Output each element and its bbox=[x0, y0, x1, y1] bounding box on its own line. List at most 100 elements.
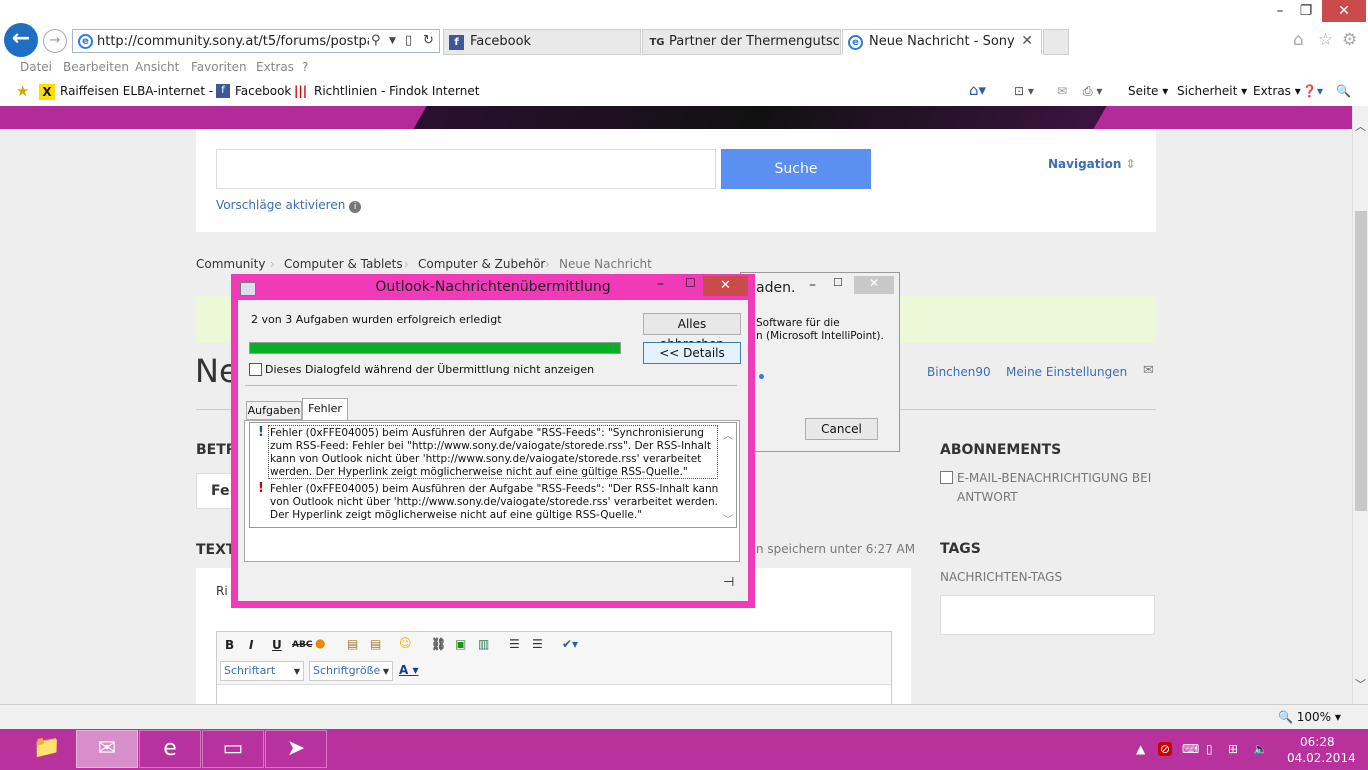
scroll-up-icon[interactable]: ︿ bbox=[723, 427, 733, 442]
link-icon[interactable]: ⛓ bbox=[431, 637, 446, 651]
tab-fehler[interactable]: Fehler bbox=[302, 398, 348, 421]
power-icon[interactable]: ▯ bbox=[1206, 742, 1213, 756]
minimize-button[interactable]: – bbox=[1270, 0, 1290, 22]
star-icon[interactable]: ☆ bbox=[1318, 30, 1333, 50]
new-tab-button[interactable] bbox=[1043, 29, 1069, 55]
menu-favoriten[interactable]: Favoriten bbox=[191, 60, 247, 74]
explorer-icon[interactable]: 📁 bbox=[16, 730, 78, 768]
emoticon-icon[interactable]: ☺ bbox=[399, 636, 412, 650]
scroll-down-icon[interactable]: ﹀ bbox=[723, 511, 733, 526]
rich-text-tab[interactable]: Ri bbox=[216, 584, 228, 598]
menu-bearbeiten[interactable]: Bearbeiten bbox=[63, 60, 129, 74]
research-icon[interactable]: 🔍 bbox=[1336, 84, 1351, 98]
minimize-button[interactable]: – bbox=[657, 276, 664, 292]
scroll-down-icon[interactable]: ﹀ bbox=[1355, 676, 1366, 692]
underline-icon[interactable]: U bbox=[272, 638, 282, 652]
outlook-icon[interactable]: ✉ bbox=[76, 730, 138, 768]
maximize-button[interactable]: ☐ bbox=[685, 276, 696, 290]
close-button[interactable]: ✕ bbox=[703, 276, 748, 296]
size-select[interactable]: Schriftgröße ▼ bbox=[309, 661, 393, 681]
fav-facebook[interactable]: Facebook bbox=[235, 84, 291, 98]
breadcrumb-computer-tablets[interactable]: Computer & Tablets bbox=[284, 257, 403, 271]
fav-richtlinien[interactable]: Richtlinien - Findok Internet bbox=[314, 84, 479, 98]
home-icon[interactable]: ⌂ bbox=[1293, 30, 1304, 50]
paste-word-icon[interactable]: ▤ bbox=[370, 637, 381, 651]
settings-link[interactable]: Meine Einstellungen bbox=[1006, 365, 1127, 379]
restore-button[interactable]: ❐ bbox=[1296, 0, 1316, 22]
volume-icon[interactable]: 🔈 bbox=[1253, 742, 1268, 756]
search-icon[interactable]: ⚲ bbox=[371, 33, 381, 48]
feeds-icon[interactable]: ⊡ ▾ bbox=[1014, 84, 1034, 98]
network-icon[interactable]: ⊞ bbox=[1228, 742, 1238, 756]
font-select[interactable]: Schriftart ▼ bbox=[220, 661, 304, 681]
search-button[interactable]: Suche bbox=[721, 149, 871, 189]
breadcrumb-computer-zubehoer[interactable]: Computer & Zubehör bbox=[418, 257, 545, 271]
print-icon[interactable]: ⎙ ▾ bbox=[1083, 84, 1102, 99]
navigation-link[interactable]: Navigation ⇕ bbox=[1048, 157, 1136, 171]
cancel-all-button[interactable]: Alles abbrechen bbox=[643, 313, 741, 351]
strikethrough-icon[interactable]: ABC bbox=[292, 640, 312, 650]
close-button[interactable]: ✕ bbox=[854, 276, 894, 294]
close-tab-icon[interactable]: ✕ bbox=[1021, 33, 1033, 49]
compat-icon[interactable]: ▯ bbox=[405, 33, 412, 48]
refresh-icon[interactable]: ↻ bbox=[423, 33, 434, 48]
tab-facebook[interactable]: f Facebook bbox=[443, 29, 641, 55]
vaio-icon[interactable]: ▭ bbox=[202, 730, 264, 768]
envelope-icon[interactable]: ✉ bbox=[1143, 363, 1154, 378]
scroll-up-icon[interactable]: ︿ bbox=[1355, 118, 1366, 134]
home-icon[interactable]: ⌂▾ bbox=[969, 81, 986, 99]
error-list[interactable]: ! Fehler (0xFFE04005) beim Ausführen der… bbox=[249, 422, 737, 528]
scroll-thumb[interactable] bbox=[1355, 211, 1367, 511]
user-link[interactable]: Binchen90 bbox=[927, 365, 991, 379]
paste-icon[interactable]: ▤ bbox=[347, 637, 358, 651]
cmd-sicherheit[interactable]: Sicherheit ▾ bbox=[1177, 84, 1247, 98]
menu-help[interactable]: ? bbox=[302, 60, 308, 74]
antivirus-icon[interactable]: ⊘ bbox=[1158, 742, 1173, 756]
gear-icon[interactable]: ⚙ bbox=[1342, 30, 1357, 50]
ie-taskbar-icon[interactable]: e bbox=[139, 730, 201, 768]
bullet-list-icon[interactable]: ☰ bbox=[532, 637, 543, 651]
list-item[interactable]: Fehler (0xFFE04005) beim Ausführen der A… bbox=[270, 483, 720, 522]
cursor-icon[interactable]: ➤ bbox=[265, 730, 327, 768]
email-notify-checkbox[interactable] bbox=[940, 471, 953, 484]
tray-expand-icon[interactable]: ▲ bbox=[1136, 742, 1145, 756]
zoom-control[interactable]: 🔍 100% ▾ bbox=[1278, 710, 1341, 724]
details-button[interactable]: << Details bbox=[643, 342, 741, 364]
help-icon[interactable]: ❓▾ bbox=[1302, 84, 1323, 98]
tab-aufgaben[interactable]: Aufgaben bbox=[246, 401, 302, 420]
tab-thermengutschein[interactable]: TG Partner der Thermengutschein... bbox=[642, 29, 841, 55]
forward-button[interactable]: → bbox=[43, 29, 67, 53]
cmd-seite[interactable]: Seite ▾ bbox=[1128, 84, 1168, 98]
minimize-button[interactable]: – bbox=[809, 277, 816, 293]
address-bar[interactable]: e http://community.sony.at/t5/forums/pos… bbox=[72, 29, 440, 53]
mail-icon[interactable]: ✉ bbox=[1057, 84, 1067, 98]
fav-raiffeisen[interactable]: Raiffeisen ELBA-internet - ... bbox=[60, 84, 228, 98]
dropdown-icon[interactable]: ▼ bbox=[389, 36, 396, 46]
cancel-button[interactable]: Cancel bbox=[805, 418, 878, 440]
list-item[interactable]: Fehler (0xFFE04005) beim Ausführen der A… bbox=[270, 427, 720, 479]
pin-icon[interactable]: ⊣ bbox=[723, 575, 734, 590]
text-color-icon[interactable]: A ▾ bbox=[399, 663, 419, 677]
hide-dialog-checkbox[interactable] bbox=[249, 363, 262, 376]
italic-icon[interactable]: I bbox=[249, 638, 253, 652]
maximize-button[interactable]: ☐ bbox=[833, 276, 843, 289]
spellcheck-icon[interactable]: ✔▾ bbox=[562, 637, 578, 651]
cmd-extras[interactable]: Extras ▾ bbox=[1253, 84, 1301, 98]
video-icon[interactable]: ▥ bbox=[478, 637, 489, 651]
close-window-button[interactable]: ✕ bbox=[1322, 0, 1366, 22]
tags-input[interactable] bbox=[940, 595, 1155, 635]
keyboard-icon[interactable]: ⌨ bbox=[1182, 742, 1199, 756]
color-icon[interactable]: ● bbox=[315, 636, 325, 650]
favorites-star-icon[interactable]: ★ bbox=[16, 82, 29, 100]
tab-neue-nachricht[interactable]: e Neue Nachricht - Sony ✕ bbox=[842, 29, 1042, 55]
clock-time[interactable]: 06:28 bbox=[1300, 735, 1335, 749]
menu-extras[interactable]: Extras bbox=[256, 60, 294, 74]
suggestions-link[interactable]: Vorschläge aktivieren i bbox=[216, 198, 362, 213]
breadcrumb-community[interactable]: Community bbox=[196, 257, 265, 271]
clock-date[interactable]: 04.02.2014 bbox=[1287, 751, 1356, 765]
menu-ansicht[interactable]: Ansicht bbox=[135, 60, 179, 74]
image-icon[interactable]: ▣ bbox=[455, 637, 466, 651]
vertical-scrollbar[interactable]: ︿ ﹀ bbox=[1352, 106, 1368, 704]
bold-icon[interactable]: B bbox=[225, 638, 234, 652]
menu-datei[interactable]: Datei bbox=[20, 60, 52, 74]
